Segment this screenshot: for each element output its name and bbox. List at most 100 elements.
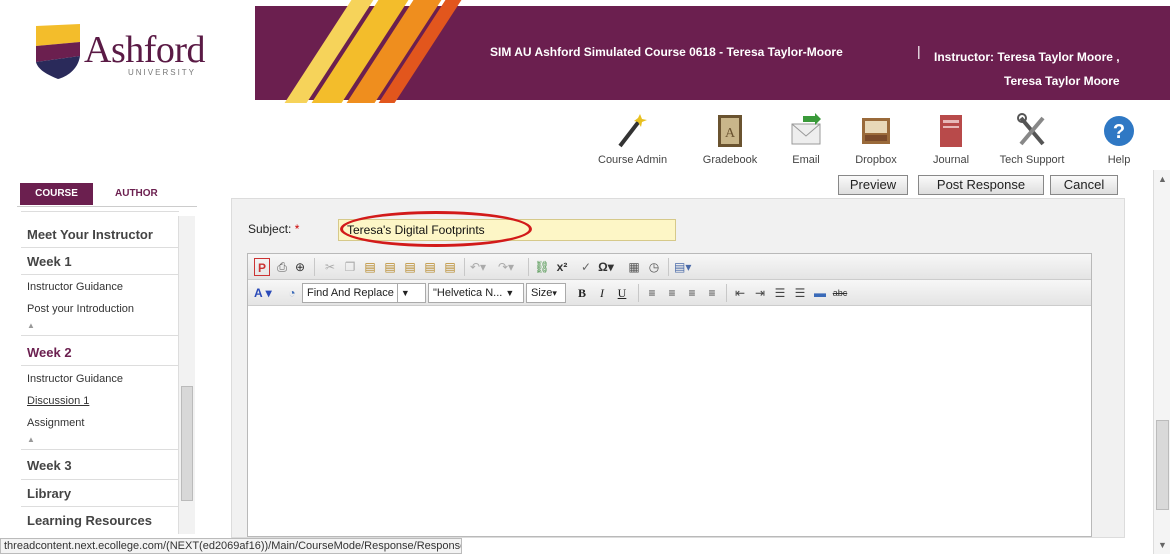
outdent-icon[interactable]: ⇤ bbox=[732, 284, 748, 302]
nav-week-1[interactable]: Week 1 bbox=[27, 254, 72, 269]
collapse-caret-icon[interactable]: ▲ bbox=[27, 435, 35, 444]
align-center-icon[interactable]: ≡ bbox=[664, 284, 680, 302]
hyperlink-icon[interactable]: ⛓ bbox=[534, 258, 550, 276]
tool-journal[interactable]: Journal bbox=[926, 108, 976, 166]
nav-w1-instructor-guidance[interactable]: Instructor Guidance bbox=[27, 281, 123, 293]
spell-check-icon[interactable]: ✓ bbox=[578, 258, 594, 276]
editor-toolbar-row-1: P ⎙ ⊕ ✂ ❐ ▤ ▤ ▤ ▤ ▤ ↶▾ ↷▾ ⛓ x² ✓ Ω▾ ▦ ◷ … bbox=[248, 254, 1091, 280]
bulleted-list-icon[interactable]: ☰ bbox=[792, 284, 808, 302]
nav-divider bbox=[21, 274, 179, 275]
chevron-down-icon: ▼ bbox=[396, 284, 410, 302]
font-family-value: "Helvetica N... bbox=[433, 287, 503, 299]
scroll-down-icon[interactable]: ▼ bbox=[1158, 540, 1167, 550]
redo-icon[interactable]: ↷▾ bbox=[498, 258, 514, 276]
svg-text:A: A bbox=[725, 126, 736, 141]
copy-icon[interactable]: ❐ bbox=[342, 258, 358, 276]
align-left-icon[interactable]: ≡ bbox=[644, 284, 660, 302]
toolbar-separator bbox=[638, 284, 639, 302]
paste-html-icon[interactable]: ▤ bbox=[402, 258, 418, 276]
nav-w2-discussion-1[interactable]: Discussion 1 bbox=[27, 395, 89, 407]
paste-word-icon[interactable]: ▤ bbox=[422, 258, 438, 276]
nav-learning-resources[interactable]: Learning Resources bbox=[27, 513, 152, 528]
preview-button[interactable]: Preview bbox=[838, 175, 908, 195]
wand-icon bbox=[618, 114, 647, 148]
cancel-button[interactable]: Cancel bbox=[1050, 175, 1118, 195]
nav-scrollbar[interactable] bbox=[178, 216, 195, 534]
tool-icons-bar: Course Admin A Gradebook Email Dropbox J… bbox=[594, 108, 1154, 168]
justify-icon[interactable]: ≡ bbox=[704, 284, 720, 302]
tool-help[interactable]: ? Help bbox=[1099, 108, 1139, 166]
scroll-up-icon[interactable]: ▲ bbox=[1158, 174, 1167, 184]
wrench-icon bbox=[1017, 113, 1045, 146]
editor-content-area[interactable] bbox=[248, 307, 1091, 536]
undo-icon[interactable]: ↶▾ bbox=[470, 258, 486, 276]
tab-course[interactable]: COURSE bbox=[20, 183, 93, 205]
ashford-logo[interactable]: Ashford UNIVERSITY bbox=[34, 22, 214, 82]
special-character-icon[interactable]: Ω▾ bbox=[598, 258, 614, 276]
nav-list: Meet Your Instructor Week 1 Instructor G… bbox=[17, 208, 179, 538]
page-scrollbar[interactable]: ▲ ▼ bbox=[1153, 170, 1170, 554]
background-color-icon[interactable]: ◔ bbox=[284, 284, 300, 302]
shield-logo-icon bbox=[36, 24, 80, 79]
editor-toolbar-row-2: A ▾ ◔ Find And Replace ▼ "Helvetica N... … bbox=[248, 280, 1091, 306]
nav-meet-instructor[interactable]: Meet Your Instructor bbox=[27, 227, 153, 242]
tool-label: Journal bbox=[932, 154, 970, 166]
underline-icon[interactable]: U bbox=[614, 284, 630, 302]
toolbar-separator bbox=[464, 258, 465, 276]
insert-table-icon[interactable]: ▦ bbox=[626, 258, 642, 276]
italic-icon[interactable]: I bbox=[594, 284, 610, 302]
tool-course-admin[interactable]: Course Admin bbox=[598, 108, 667, 166]
tool-dropbox[interactable]: Dropbox bbox=[851, 108, 901, 166]
block-format-icon[interactable]: ▬ bbox=[812, 284, 828, 302]
paste-from-word-icon[interactable]: P bbox=[254, 258, 270, 276]
toolbar-separator bbox=[314, 258, 315, 276]
superscript-icon[interactable]: x² bbox=[554, 258, 570, 276]
instructor-info: Instructor: Teresa Taylor Moore , Teresa… bbox=[934, 45, 1120, 93]
nav-week-3[interactable]: Week 3 bbox=[27, 458, 72, 473]
nav-w1-post-introduction[interactable]: Post your Introduction bbox=[27, 303, 134, 315]
nav-tabs: COURSE AUTHOR bbox=[20, 183, 180, 205]
font-family-select[interactable]: "Helvetica N... ▼ bbox=[428, 283, 524, 303]
paste-plain-icon[interactable]: ▤ bbox=[442, 258, 458, 276]
nav-divider bbox=[21, 365, 179, 366]
tab-author[interactable]: AUTHOR bbox=[115, 183, 185, 205]
nav-w2-instructor-guidance[interactable]: Instructor Guidance bbox=[27, 373, 123, 385]
nav-divider bbox=[21, 211, 179, 212]
strikethrough-icon[interactable]: abc bbox=[832, 284, 848, 302]
help-icon: ? bbox=[1104, 116, 1134, 146]
nav-week-2[interactable]: Week 2 bbox=[27, 345, 72, 360]
nav-library[interactable]: Library bbox=[27, 486, 71, 501]
bold-icon[interactable]: B bbox=[574, 284, 590, 302]
instructor-line-2: Teresa Taylor Moore bbox=[1004, 74, 1120, 88]
spellcheck-binoculars-icon[interactable]: ⊕ bbox=[292, 258, 308, 276]
tool-label: Tech Support bbox=[999, 154, 1065, 166]
tool-gradebook[interactable]: A Gradebook bbox=[699, 108, 761, 166]
tool-email[interactable]: Email bbox=[786, 108, 826, 166]
align-right-icon[interactable]: ≡ bbox=[684, 284, 700, 302]
collapse-caret-icon[interactable]: ▲ bbox=[27, 321, 35, 330]
table-dropdown-icon[interactable]: ▤▾ bbox=[674, 258, 691, 276]
course-title: SIM AU Ashford Simulated Course 0618 - T… bbox=[490, 45, 843, 59]
numbered-list-icon[interactable]: ☰ bbox=[772, 284, 788, 302]
tool-label: Email bbox=[792, 154, 820, 166]
email-icon bbox=[791, 113, 821, 145]
indent-icon[interactable]: ⇥ bbox=[752, 284, 768, 302]
nav-divider bbox=[17, 206, 197, 207]
print-icon[interactable]: ⎙ bbox=[274, 258, 290, 276]
nav-scrollbar-thumb[interactable] bbox=[181, 386, 193, 501]
page-scrollbar-thumb[interactable] bbox=[1156, 420, 1169, 510]
cut-icon[interactable]: ✂ bbox=[322, 258, 338, 276]
font-color-icon[interactable]: A ▾ bbox=[254, 284, 272, 302]
insert-date-icon[interactable]: ◷ bbox=[646, 258, 662, 276]
paste-icon[interactable]: ▤ bbox=[362, 258, 378, 276]
subject-input[interactable] bbox=[338, 219, 676, 241]
paste-text-icon[interactable]: ▤ bbox=[382, 258, 398, 276]
nav-w2-assignment[interactable]: Assignment bbox=[27, 417, 84, 429]
course-navigation: COURSE AUTHOR Meet Your Instructor Week … bbox=[17, 178, 197, 538]
tool-tech-support[interactable]: Tech Support bbox=[992, 108, 1072, 166]
find-replace-dropdown[interactable]: Find And Replace ▼ bbox=[302, 283, 426, 303]
font-size-select[interactable]: Size▾ bbox=[526, 283, 566, 303]
chevron-down-icon: ▾ bbox=[552, 288, 557, 298]
logo-subtitle: UNIVERSITY bbox=[128, 68, 197, 77]
post-response-button[interactable]: Post Response bbox=[918, 175, 1044, 195]
